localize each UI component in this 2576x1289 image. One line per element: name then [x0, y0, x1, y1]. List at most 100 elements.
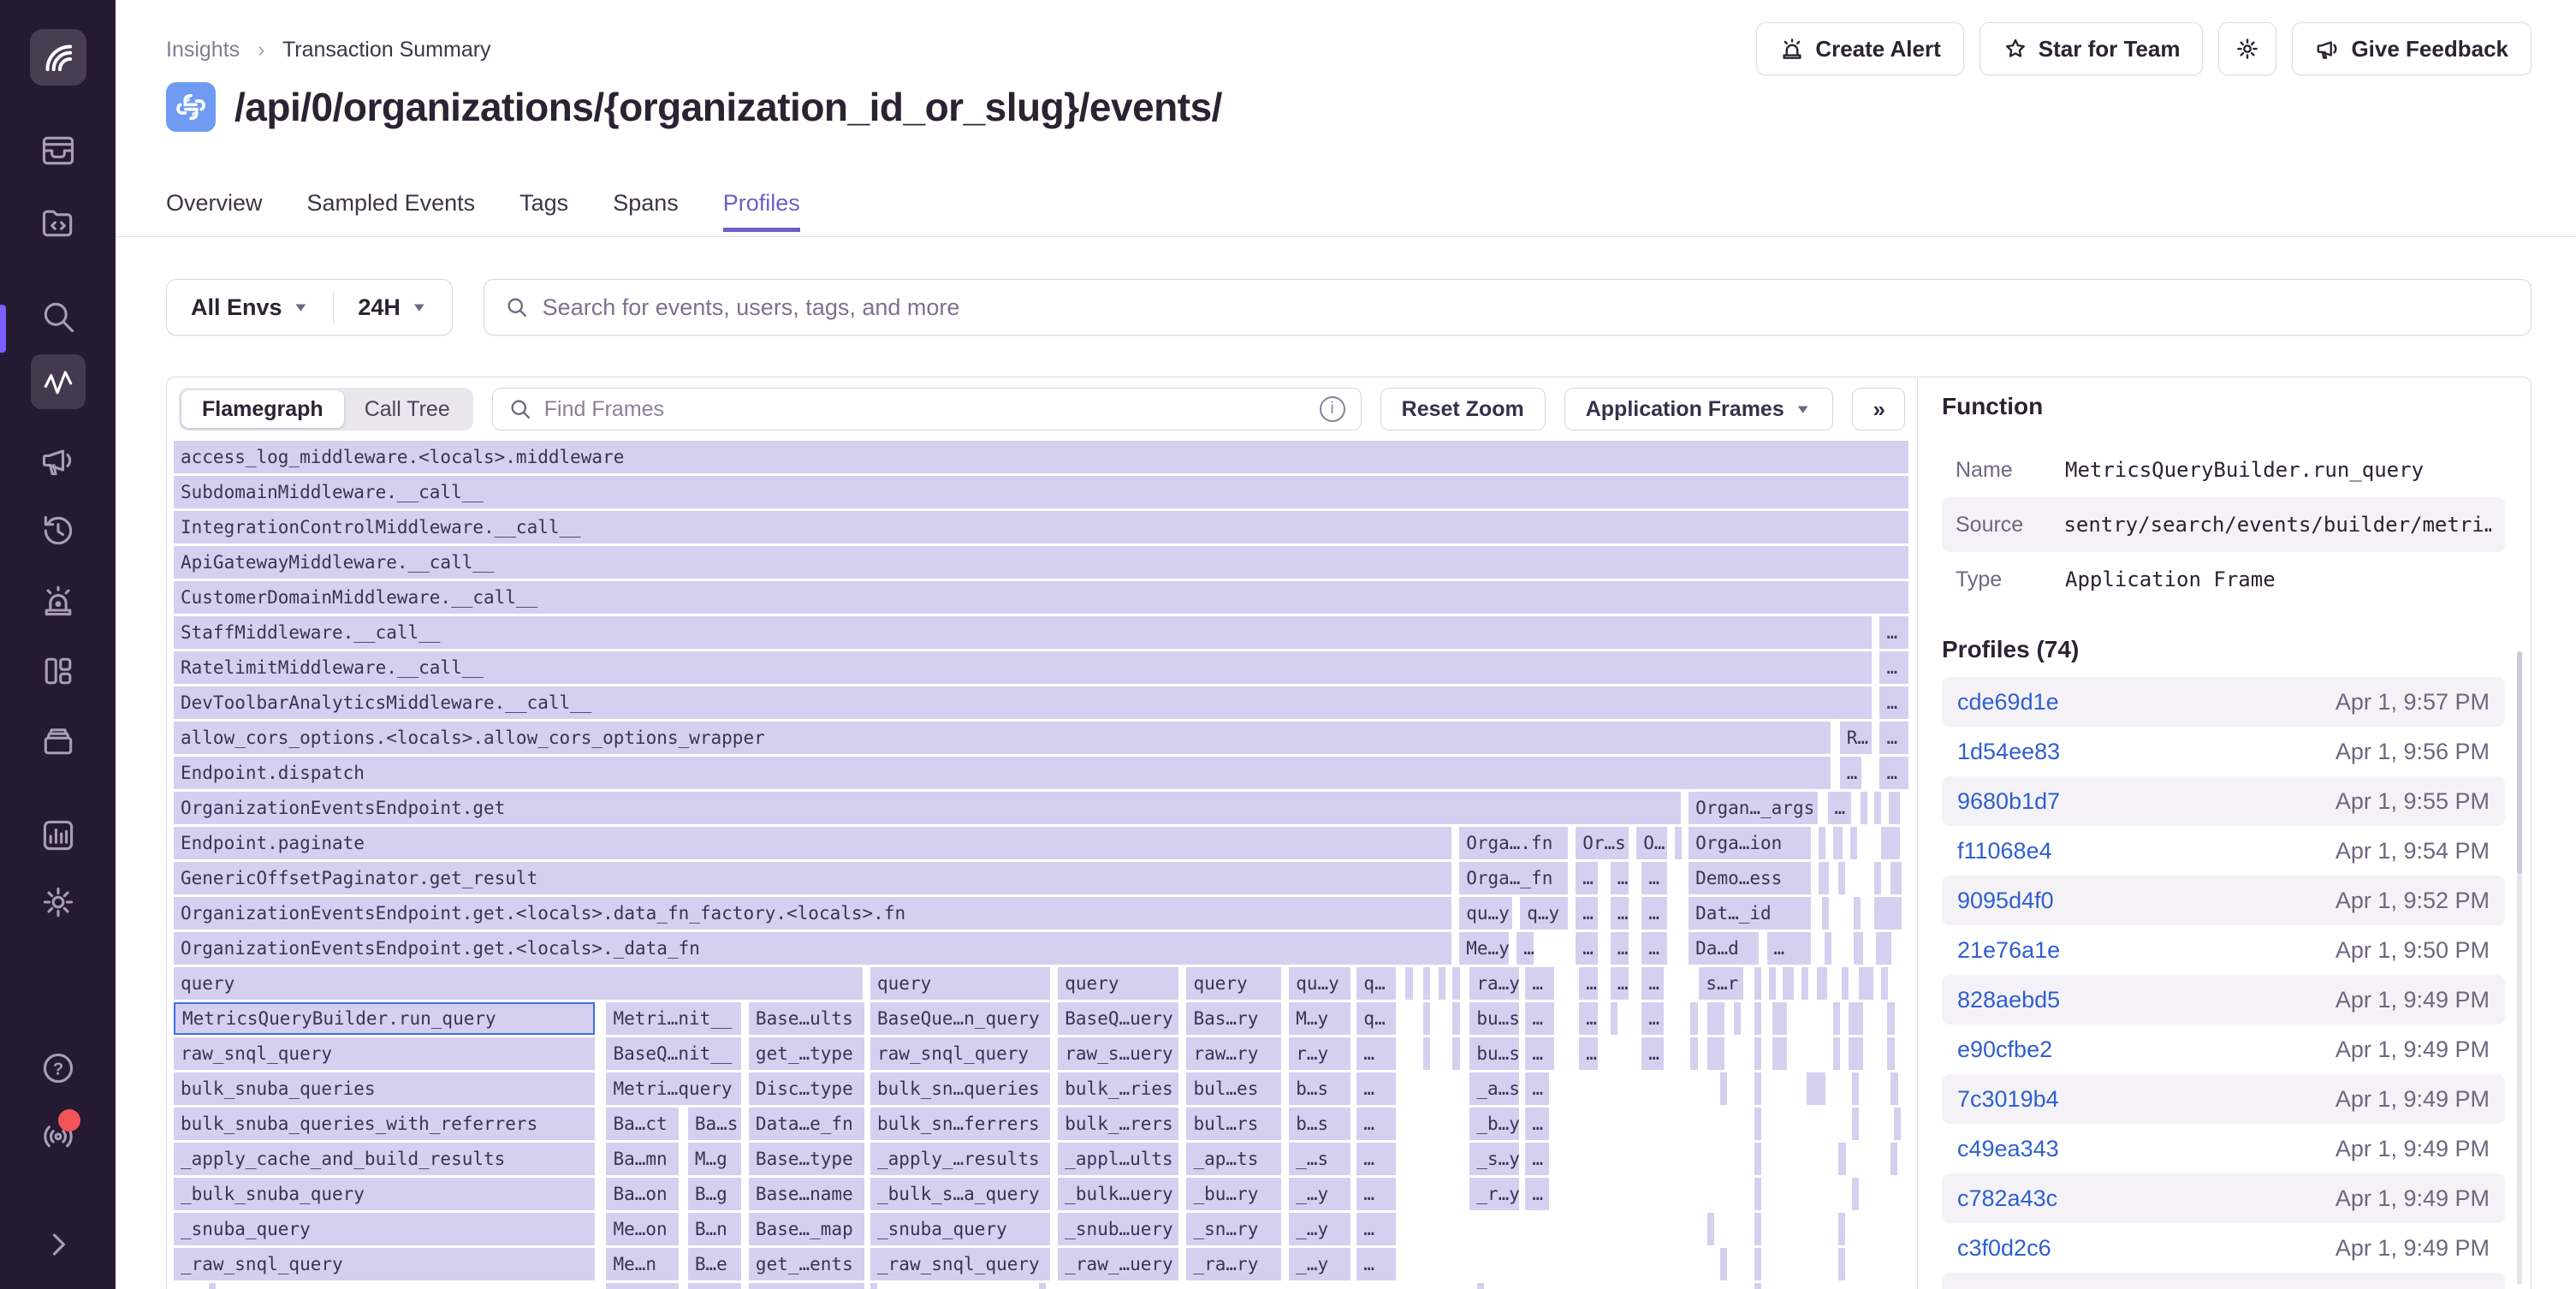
flame-frame[interactable]	[1854, 897, 1861, 930]
flame-frame[interactable]: get_…type	[749, 1037, 864, 1070]
issues-icon[interactable]	[31, 123, 86, 178]
panel-scrollbar[interactable]	[2517, 651, 2522, 1285]
feedback-icon[interactable]	[31, 433, 86, 488]
flame-frame[interactable]	[1734, 1002, 1741, 1035]
flame-frame[interactable]: BaseQ…nit__	[606, 1037, 740, 1070]
flame-frame[interactable]	[1890, 1143, 1897, 1175]
flame-frame[interactable]: OrganizationEventsEndpoint.get	[174, 792, 1681, 824]
flame-frame[interactable]: Me…n	[606, 1283, 678, 1289]
flame-frame[interactable]: query	[174, 967, 863, 1000]
collapse-icon[interactable]	[31, 1217, 86, 1272]
flame-frame[interactable]	[1849, 1002, 1863, 1035]
frame-filter-dropdown[interactable]: Application Frames▼	[1564, 388, 1833, 431]
flame-frame[interactable]: Da…d	[1689, 932, 1759, 965]
tab-overview[interactable]: Overview	[166, 190, 263, 232]
profile-link[interactable]: 1d54ee83	[1957, 739, 2060, 765]
flame-frame[interactable]: _ap…ts	[1186, 1143, 1281, 1175]
flame-frame[interactable]: Orga….fn	[1459, 827, 1568, 859]
flame-frame[interactable]: …	[1828, 792, 1851, 824]
flame-frame[interactable]: get…tity	[749, 1283, 864, 1289]
flame-frame[interactable]: Data…e_fn	[749, 1108, 864, 1140]
flame-frame[interactable]	[1452, 1037, 1460, 1070]
flame-frame[interactable]: bul…es	[1186, 1072, 1281, 1105]
flame-frame[interactable]	[1881, 827, 1899, 859]
flame-frame[interactable]: _appl…ults	[1058, 1143, 1178, 1175]
flame-frame[interactable]	[1894, 1108, 1901, 1140]
profile-link[interactable]: 13781414	[1957, 1285, 2060, 1289]
alerts-icon[interactable]	[31, 573, 86, 628]
flame-frame[interactable]: Base…_map	[749, 1213, 864, 1245]
flame-frame[interactable]	[1754, 1108, 1761, 1140]
profile-link[interactable]: 828aebd5	[1957, 987, 2060, 1013]
flame-frame[interactable]	[1423, 967, 1430, 1000]
flame-frame[interactable]	[1838, 1143, 1846, 1175]
flame-frame[interactable]: access_log_middleware.<locals>.middlewar…	[174, 441, 1908, 473]
flame-frame[interactable]: _raw_snql_query	[174, 1248, 595, 1280]
flame-frame[interactable]: M…y	[1289, 1002, 1350, 1035]
profile-link[interactable]: c782a43c	[1957, 1185, 2057, 1212]
flame-frame[interactable]: b…s	[1289, 1108, 1350, 1140]
flame-frame[interactable]	[209, 1283, 216, 1289]
flame-frame[interactable]: _bu…ry	[1186, 1178, 1281, 1210]
flame-frame[interactable]	[1890, 1072, 1898, 1105]
flame-frame[interactable]: …	[1356, 1248, 1396, 1280]
flame-frame[interactable]: RatelimitMiddleware.__call__	[174, 651, 1872, 684]
flame-frame[interactable]: …	[1525, 967, 1554, 1000]
flame-frame[interactable]: …	[1525, 1143, 1548, 1175]
flame-frame[interactable]	[1707, 1213, 1714, 1245]
flame-frame[interactable]: b…s	[1289, 1072, 1350, 1105]
flame-frame[interactable]	[1405, 967, 1413, 1000]
flame-frame[interactable]	[1754, 967, 1761, 1000]
flame-frame[interactable]	[1887, 1037, 1895, 1070]
replays-icon[interactable]	[31, 503, 86, 558]
flame-frame[interactable]: …	[1879, 757, 1908, 789]
flame-frame[interactable]: …	[1576, 897, 1597, 930]
tab-flamegraph[interactable]: Flamegraph	[181, 390, 344, 428]
help-icon[interactable]: ?	[31, 1041, 86, 1096]
explore-icon[interactable]	[31, 195, 86, 250]
flame-frame[interactable]: …	[1840, 757, 1861, 789]
flame-frame[interactable]	[1833, 1002, 1840, 1035]
flame-frame[interactable]	[1876, 932, 1890, 965]
flame-frame[interactable]: …	[1579, 967, 1597, 1000]
flame-frame[interactable]: bulk_snuba_queries	[174, 1072, 595, 1105]
flame-frame[interactable]: query	[870, 967, 1050, 1000]
tab-sampled-events[interactable]: Sampled Events	[307, 190, 476, 232]
flame-frame[interactable]: D…e	[688, 1283, 741, 1289]
flame-frame[interactable]: qu…y	[1289, 967, 1350, 1000]
flame-frame[interactable]	[1772, 1037, 1787, 1070]
flame-frame[interactable]: OrganizationEventsEndpoint.get.<locals>.…	[174, 932, 1451, 965]
flame-frame[interactable]: bulk_sn…ferrers	[870, 1108, 1050, 1140]
flame-frame[interactable]: _b…y	[1469, 1108, 1519, 1140]
flame-frame[interactable]: _snuba_query	[174, 1213, 595, 1245]
info-icon[interactable]: i	[1320, 396, 1345, 422]
flame-frame[interactable]: …	[1525, 1037, 1554, 1070]
flame-frame[interactable]: _sn…ry	[1186, 1213, 1281, 1245]
flame-frame[interactable]: qu…y	[1459, 897, 1512, 930]
flame-frame[interactable]: Base…name	[749, 1178, 864, 1210]
flame-frame[interactable]: …	[1641, 897, 1666, 930]
flame-frame[interactable]: O…	[1636, 827, 1667, 859]
flame-frame[interactable]: q…y	[1520, 897, 1568, 930]
flame-frame[interactable]: _apply_…results	[870, 1143, 1050, 1175]
flame-frame[interactable]: Ba…on	[606, 1178, 678, 1210]
flame-frame[interactable]: …	[1641, 932, 1666, 965]
flame-frame[interactable]: Demo…ess	[1689, 862, 1811, 894]
flame-frame[interactable]: M…g	[688, 1143, 741, 1175]
traces-icon[interactable]	[31, 354, 86, 409]
flame-frame[interactable]	[1854, 932, 1863, 965]
flame-frame[interactable]: …	[1579, 1002, 1597, 1035]
flame-frame[interactable]	[1754, 1002, 1761, 1035]
flame-frame[interactable]: _r…y	[1469, 1178, 1519, 1210]
flame-frame[interactable]: …	[1611, 897, 1629, 930]
flame-frame[interactable]: ra…y	[1469, 967, 1519, 1000]
flame-frame[interactable]: _s…y	[1469, 1143, 1519, 1175]
flame-frame[interactable]: CustomerDomainMiddleware.__call__	[174, 581, 1908, 614]
flame-frame[interactable]: _bulk_s…a_query	[870, 1178, 1050, 1210]
flame-frame[interactable]: _…y	[1289, 1213, 1350, 1245]
flame-frame[interactable]: Or…s	[1576, 827, 1629, 859]
flame-frame[interactable]: R…	[1840, 722, 1873, 754]
flame-frame[interactable]	[1859, 967, 1873, 1000]
flame-frame[interactable]: bu…s	[1469, 1037, 1519, 1070]
flame-frame[interactable]: Dat…_id	[1689, 897, 1811, 930]
